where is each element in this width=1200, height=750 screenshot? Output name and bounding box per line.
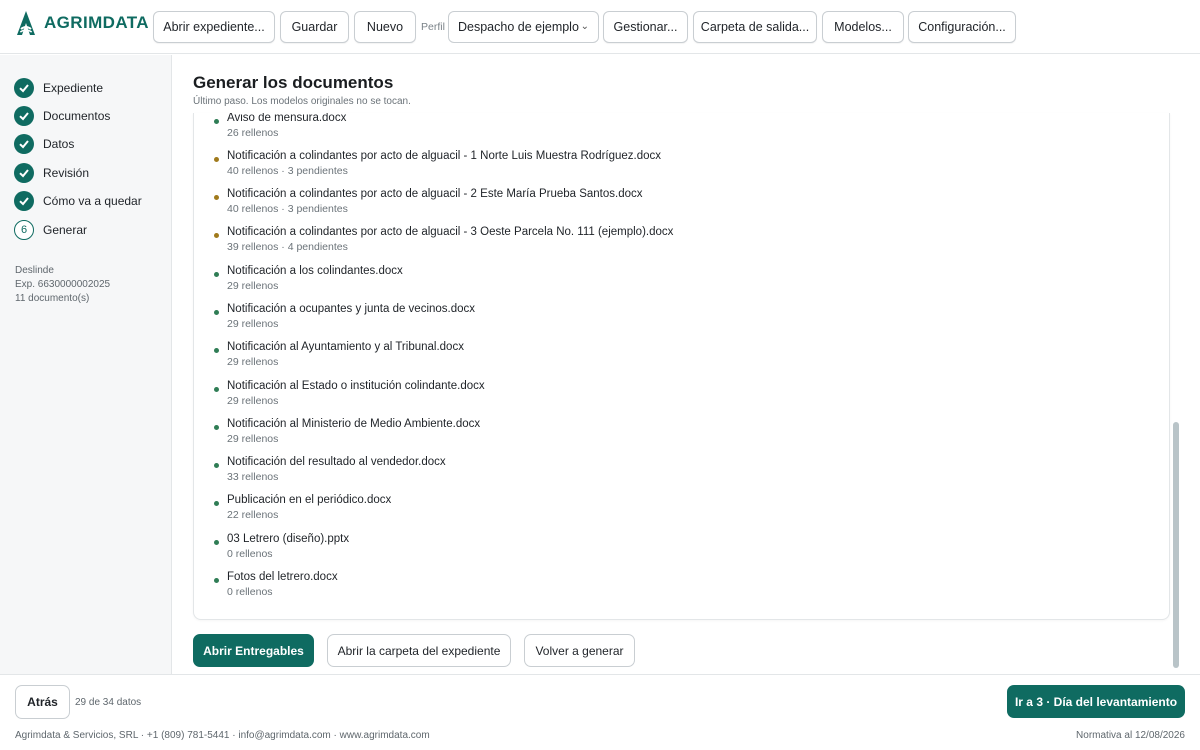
status-dot [214, 501, 219, 506]
chevron-down-icon: ⌄ [580, 21, 589, 32]
profile-label: Perfil [421, 21, 445, 33]
document-fill-count: 29 rellenos [227, 318, 279, 330]
status-dot [214, 425, 219, 430]
step-label: Revisión [43, 166, 90, 180]
top-toolbar: AGRIMDATA Abrir expediente... Guardar Nu… [0, 0, 1200, 54]
document-fill-count: 0 rellenos [227, 586, 273, 598]
document-name: Notificación a colindantes por acto de a… [227, 150, 662, 162]
step-label: Cómo va a quedar [43, 194, 142, 208]
document-name: Notificación a los colindantes.docx [227, 265, 403, 277]
document-fill-count: 29 rellenos [227, 433, 279, 445]
company-info: Agrimdata & Servicios, SRL · +1 (809) 78… [15, 730, 430, 741]
document-name: Notificación a colindantes por acto de a… [227, 226, 674, 238]
document-fill-count: 40 rellenos · 3 pendientes [227, 203, 348, 215]
document-fill-count: 39 rellenos · 4 pendientes [227, 241, 348, 253]
step-number: 6 [14, 220, 34, 240]
open-case-folder-button[interactable]: Abrir la carpeta del expediente [327, 634, 511, 667]
regulation-date: Normativa al 12/08/2026 [1076, 730, 1185, 741]
document-name: Notificación a colindantes por acto de a… [227, 188, 643, 200]
status-dot [214, 348, 219, 353]
document-name: Notificación a ocupantes y junta de veci… [227, 303, 476, 315]
logo-text: AGRIMDATA [44, 13, 149, 32]
step-label: Documentos [43, 109, 111, 123]
document-list[interactable]: Aviso de mensura.docx 26 rellenos Notifi… [193, 113, 1170, 620]
scrollbar[interactable] [1173, 422, 1179, 668]
back-button[interactable]: Atrás [15, 685, 70, 719]
document-name: Notificación al Ministerio de Medio Ambi… [227, 418, 481, 430]
status-dot [214, 540, 219, 545]
document-fill-count: 29 rellenos [227, 395, 279, 407]
page-title: Generar los documentos [193, 73, 394, 92]
templates-button[interactable]: Modelos... [822, 11, 904, 43]
regenerate-button[interactable]: Volver a generar [524, 634, 635, 667]
logo-icon [17, 11, 35, 35]
profile-select[interactable]: Despacho de ejemplo ⌄ [448, 11, 599, 43]
new-button[interactable]: Nuevo [354, 11, 416, 43]
status-dot [214, 463, 219, 468]
case-number: Exp. 6630000002025 [15, 279, 111, 290]
document-name: Publicación en el periódico.docx [227, 494, 392, 506]
document-name: 03 Letrero (diseño).pptx [227, 533, 350, 545]
output-folder-button[interactable]: Carpeta de salida... [693, 11, 817, 43]
status-dot [214, 310, 219, 315]
manage-button[interactable]: Gestionar... [603, 11, 688, 43]
next-step-button[interactable]: Ir a 3 · Día del levantamiento [1007, 685, 1185, 718]
step-datos[interactable]: Datos [14, 134, 74, 154]
step-label: Generar [43, 223, 88, 237]
document-fill-count: 40 rellenos · 3 pendientes [227, 165, 348, 177]
profile-select-value: Despacho de ejemplo [458, 20, 579, 34]
settings-button[interactable]: Configuración... [908, 11, 1016, 43]
document-name: Notificación al Estado o institución col… [227, 380, 485, 392]
open-case-button[interactable]: Abrir expediente... [153, 11, 275, 43]
document-fill-count: 0 rellenos [227, 548, 273, 560]
status-dot [214, 195, 219, 200]
step-documentos[interactable]: Documentos [14, 106, 110, 126]
document-fill-count: 29 rellenos [227, 356, 279, 368]
open-deliverables-button[interactable]: Abrir Entregables [193, 634, 314, 667]
check-icon [14, 78, 34, 98]
status-dot [214, 119, 219, 124]
status-dot [214, 272, 219, 277]
app-logo: AGRIMDATA [14, 9, 149, 37]
save-button[interactable]: Guardar [280, 11, 349, 43]
data-progress-text: 29 de 34 datos [75, 697, 142, 708]
case-type: Deslinde [15, 265, 54, 276]
document-fill-count: 22 rellenos [227, 509, 279, 521]
check-icon [14, 163, 34, 183]
wizard-sidebar: Expediente Documentos Datos Revisión Cóm… [0, 55, 172, 674]
status-dot [214, 578, 219, 583]
step-revision[interactable]: Revisión [14, 163, 89, 183]
document-name: Fotos del letrero.docx [227, 571, 338, 583]
status-dot [214, 157, 219, 162]
step-label: Expediente [43, 81, 104, 95]
document-fill-count: 33 rellenos [227, 471, 279, 483]
status-dot [214, 387, 219, 392]
step-preview[interactable]: Cómo va a quedar [14, 191, 142, 211]
document-name: Aviso de mensura.docx [227, 113, 347, 124]
step-generar[interactable]: 6 Generar [14, 220, 87, 240]
document-name: Notificación del resultado al vendedor.d… [227, 456, 446, 468]
page-subtitle: Último paso. Los modelos originales no s… [193, 96, 411, 107]
step-expediente[interactable]: Expediente [14, 78, 103, 98]
document-name: Notificación al Ayuntamiento y al Tribun… [227, 341, 464, 353]
check-icon [14, 106, 34, 126]
document-fill-count: 26 rellenos [227, 127, 279, 139]
step-label: Datos [43, 137, 75, 151]
check-icon [14, 134, 34, 154]
document-count: 11 documento(s) [15, 293, 90, 304]
status-dot [214, 233, 219, 238]
document-fill-count: 29 rellenos [227, 280, 279, 292]
check-icon [14, 191, 34, 211]
